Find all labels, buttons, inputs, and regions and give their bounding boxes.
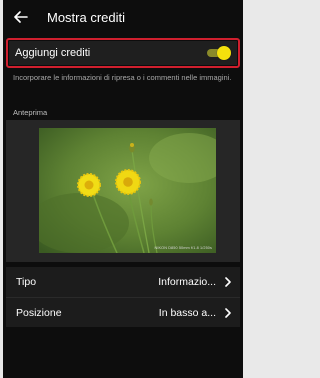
position-row[interactable]: Posizione In basso a...: [6, 297, 240, 327]
highlight-box: [6, 38, 240, 68]
position-label: Posizione: [16, 306, 62, 319]
credit-overlay-text: NIKON D850 50mm f/1.8 1/250s: [154, 246, 212, 250]
description-text: Incorporare le informazioni di ripresa o…: [13, 73, 232, 82]
chevron-right-icon: [220, 298, 236, 328]
flower-photo: [39, 128, 216, 253]
screen: Mostra crediti Aggiungi crediti Incorpor…: [3, 0, 243, 378]
page-title: Mostra crediti: [47, 9, 126, 25]
preview-label: Anteprima: [13, 108, 48, 117]
app-bar: Mostra crediti: [3, 0, 243, 34]
position-value: In basso a...: [158, 306, 216, 319]
type-label: Tipo: [16, 276, 37, 288]
back-button[interactable]: [5, 0, 37, 34]
chevron-right-icon: [220, 267, 236, 297]
type-value: Informazio...: [158, 276, 216, 288]
preview-frame: NIKON D850 50mm f/1.8 1/250s: [6, 120, 240, 262]
type-row[interactable]: Tipo Informazio...: [6, 267, 240, 297]
preview-image: NIKON D850 50mm f/1.8 1/250s: [39, 128, 216, 253]
arrow-left-icon: [14, 11, 28, 23]
